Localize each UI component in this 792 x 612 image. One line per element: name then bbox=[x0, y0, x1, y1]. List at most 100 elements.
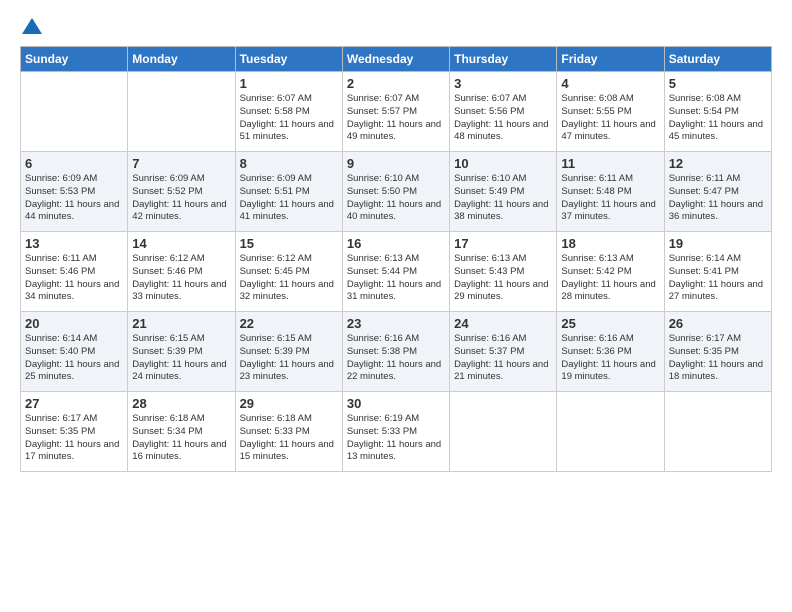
day-number: 18 bbox=[561, 236, 659, 251]
day-number: 15 bbox=[240, 236, 338, 251]
cell-text: Sunrise: 6:14 AM Sunset: 5:40 PM Dayligh… bbox=[25, 333, 123, 384]
day-number: 1 bbox=[240, 76, 338, 91]
day-number: 12 bbox=[669, 156, 767, 171]
day-number: 2 bbox=[347, 76, 445, 91]
day-number: 23 bbox=[347, 316, 445, 331]
cell-text: Sunrise: 6:15 AM Sunset: 5:39 PM Dayligh… bbox=[132, 333, 230, 384]
cell-text: Sunrise: 6:15 AM Sunset: 5:39 PM Dayligh… bbox=[240, 333, 338, 384]
calendar-cell: 21 Sunrise: 6:15 AM Sunset: 5:39 PM Dayli… bbox=[128, 312, 235, 392]
cell-text: Sunrise: 6:09 AM Sunset: 5:52 PM Dayligh… bbox=[132, 173, 230, 224]
cell-text: Sunrise: 6:17 AM Sunset: 5:35 PM Dayligh… bbox=[25, 413, 123, 464]
cell-text: Sunrise: 6:13 AM Sunset: 5:42 PM Dayligh… bbox=[561, 253, 659, 304]
cell-text: Sunrise: 6:11 AM Sunset: 5:47 PM Dayligh… bbox=[669, 173, 767, 224]
calendar-cell: 18 Sunrise: 6:13 AM Sunset: 5:42 PM Dayli… bbox=[557, 232, 664, 312]
day-number: 28 bbox=[132, 396, 230, 411]
calendar-cell: 11 Sunrise: 6:11 AM Sunset: 5:48 PM Dayli… bbox=[557, 152, 664, 232]
calendar-table: SundayMondayTuesdayWednesdayThursdayFrid… bbox=[20, 46, 772, 472]
calendar-cell: 19Sunrise: 6:14 AM Sunset: 5:41 PM Dayli… bbox=[664, 232, 771, 312]
cell-text: Sunrise: 6:13 AM Sunset: 5:44 PM Dayligh… bbox=[347, 253, 445, 304]
day-header-friday: Friday bbox=[557, 47, 664, 72]
calendar-cell: 30 Sunrise: 6:19 AM Sunset: 5:33 PM Dayli… bbox=[342, 392, 449, 472]
calendar-cell bbox=[664, 392, 771, 472]
day-number: 3 bbox=[454, 76, 552, 91]
cell-text: Sunrise: 6:14 AM Sunset: 5:41 PM Dayligh… bbox=[669, 253, 767, 304]
day-number: 30 bbox=[347, 396, 445, 411]
cell-text: Sunrise: 6:07 AM Sunset: 5:57 PM Dayligh… bbox=[347, 93, 445, 144]
logo bbox=[20, 16, 42, 36]
calendar-cell: 4Sunrise: 6:08 AM Sunset: 5:55 PM Daylig… bbox=[557, 72, 664, 152]
week-row-5: 27 Sunrise: 6:17 AM Sunset: 5:35 PM Dayli… bbox=[21, 392, 772, 472]
day-number: 7 bbox=[132, 156, 230, 171]
day-number: 22 bbox=[240, 316, 338, 331]
day-number: 6 bbox=[25, 156, 123, 171]
calendar-cell: 9 Sunrise: 6:10 AM Sunset: 5:50 PM Daylig… bbox=[342, 152, 449, 232]
cell-text: Sunrise: 6:16 AM Sunset: 5:38 PM Dayligh… bbox=[347, 333, 445, 384]
calendar-cell: 10 Sunrise: 6:10 AM Sunset: 5:49 PM Dayli… bbox=[450, 152, 557, 232]
day-header-wednesday: Wednesday bbox=[342, 47, 449, 72]
calendar-cell: 28 Sunrise: 6:18 AM Sunset: 5:34 PM Dayli… bbox=[128, 392, 235, 472]
calendar-cell: 25 Sunrise: 6:16 AM Sunset: 5:36 PM Dayli… bbox=[557, 312, 664, 392]
cell-text: Sunrise: 6:09 AM Sunset: 5:51 PM Dayligh… bbox=[240, 173, 338, 224]
day-number: 24 bbox=[454, 316, 552, 331]
day-header-saturday: Saturday bbox=[664, 47, 771, 72]
day-number: 20 bbox=[25, 316, 123, 331]
calendar-cell: 2 Sunrise: 6:07 AM Sunset: 5:57 PM Daylig… bbox=[342, 72, 449, 152]
calendar-cell: 20 Sunrise: 6:14 AM Sunset: 5:40 PM Dayli… bbox=[21, 312, 128, 392]
cell-text: Sunrise: 6:18 AM Sunset: 5:33 PM Dayligh… bbox=[240, 413, 338, 464]
day-number: 25 bbox=[561, 316, 659, 331]
cell-text: Sunrise: 6:19 AM Sunset: 5:33 PM Dayligh… bbox=[347, 413, 445, 464]
cell-text: Sunrise: 6:11 AM Sunset: 5:48 PM Dayligh… bbox=[561, 173, 659, 224]
day-number: 17 bbox=[454, 236, 552, 251]
cell-text: Sunrise: 6:16 AM Sunset: 5:37 PM Dayligh… bbox=[454, 333, 552, 384]
cell-text: Sunrise: 6:12 AM Sunset: 5:46 PM Dayligh… bbox=[132, 253, 230, 304]
day-number: 21 bbox=[132, 316, 230, 331]
cell-text: Sunrise: 6:13 AM Sunset: 5:43 PM Dayligh… bbox=[454, 253, 552, 304]
cell-text: Sunrise: 6:17 AM Sunset: 5:35 PM Dayligh… bbox=[669, 333, 767, 384]
calendar-cell: 8 Sunrise: 6:09 AM Sunset: 5:51 PM Daylig… bbox=[235, 152, 342, 232]
day-number: 10 bbox=[454, 156, 552, 171]
day-header-thursday: Thursday bbox=[450, 47, 557, 72]
calendar-body: 1 Sunrise: 6:07 AM Sunset: 5:58 PM Daylig… bbox=[21, 72, 772, 472]
calendar-cell: 15 Sunrise: 6:12 AM Sunset: 5:45 PM Dayli… bbox=[235, 232, 342, 312]
cell-text: Sunrise: 6:12 AM Sunset: 5:45 PM Dayligh… bbox=[240, 253, 338, 304]
calendar-cell: 16Sunrise: 6:13 AM Sunset: 5:44 PM Dayli… bbox=[342, 232, 449, 312]
cell-text: Sunrise: 6:07 AM Sunset: 5:58 PM Dayligh… bbox=[240, 93, 338, 144]
week-row-1: 1 Sunrise: 6:07 AM Sunset: 5:58 PM Daylig… bbox=[21, 72, 772, 152]
cell-text: Sunrise: 6:18 AM Sunset: 5:34 PM Dayligh… bbox=[132, 413, 230, 464]
cell-text: Sunrise: 6:11 AM Sunset: 5:46 PM Dayligh… bbox=[25, 253, 123, 304]
week-row-4: 20 Sunrise: 6:14 AM Sunset: 5:40 PM Dayli… bbox=[21, 312, 772, 392]
day-number: 11 bbox=[561, 156, 659, 171]
calendar-cell: 14 Sunrise: 6:12 AM Sunset: 5:46 PM Dayli… bbox=[128, 232, 235, 312]
day-number: 26 bbox=[669, 316, 767, 331]
calendar-cell: 26 Sunrise: 6:17 AM Sunset: 5:35 PM Dayli… bbox=[664, 312, 771, 392]
calendar-cell: 13Sunrise: 6:11 AM Sunset: 5:46 PM Dayli… bbox=[21, 232, 128, 312]
cell-text: Sunrise: 6:09 AM Sunset: 5:53 PM Dayligh… bbox=[25, 173, 123, 224]
cell-text: Sunrise: 6:16 AM Sunset: 5:36 PM Dayligh… bbox=[561, 333, 659, 384]
day-number: 14 bbox=[132, 236, 230, 251]
cell-text: Sunrise: 6:10 AM Sunset: 5:49 PM Dayligh… bbox=[454, 173, 552, 224]
week-row-3: 13Sunrise: 6:11 AM Sunset: 5:46 PM Dayli… bbox=[21, 232, 772, 312]
calendar-cell bbox=[21, 72, 128, 152]
day-number: 4 bbox=[561, 76, 659, 91]
day-number: 27 bbox=[25, 396, 123, 411]
calendar-cell: 27 Sunrise: 6:17 AM Sunset: 5:35 PM Dayli… bbox=[21, 392, 128, 472]
cell-text: Sunrise: 6:08 AM Sunset: 5:54 PM Dayligh… bbox=[669, 93, 767, 144]
day-number: 8 bbox=[240, 156, 338, 171]
calendar-cell: 17 Sunrise: 6:13 AM Sunset: 5:43 PM Dayli… bbox=[450, 232, 557, 312]
week-row-2: 6 Sunrise: 6:09 AM Sunset: 5:53 PM Daylig… bbox=[21, 152, 772, 232]
calendar-cell bbox=[450, 392, 557, 472]
calendar-cell: 6 Sunrise: 6:09 AM Sunset: 5:53 PM Daylig… bbox=[21, 152, 128, 232]
day-number: 9 bbox=[347, 156, 445, 171]
logo-icon bbox=[22, 16, 42, 36]
calendar-cell bbox=[128, 72, 235, 152]
calendar-cell: 29Sunrise: 6:18 AM Sunset: 5:33 PM Dayli… bbox=[235, 392, 342, 472]
header bbox=[20, 16, 772, 36]
calendar-cell: 24 Sunrise: 6:16 AM Sunset: 5:37 PM Dayli… bbox=[450, 312, 557, 392]
cell-text: Sunrise: 6:07 AM Sunset: 5:56 PM Dayligh… bbox=[454, 93, 552, 144]
cell-text: Sunrise: 6:10 AM Sunset: 5:50 PM Dayligh… bbox=[347, 173, 445, 224]
calendar-cell: 5 Sunrise: 6:08 AM Sunset: 5:54 PM Daylig… bbox=[664, 72, 771, 152]
calendar-cell: 7 Sunrise: 6:09 AM Sunset: 5:52 PM Daylig… bbox=[128, 152, 235, 232]
day-number: 5 bbox=[669, 76, 767, 91]
calendar-header-row: SundayMondayTuesdayWednesdayThursdayFrid… bbox=[21, 47, 772, 72]
calendar-cell: 1 Sunrise: 6:07 AM Sunset: 5:58 PM Daylig… bbox=[235, 72, 342, 152]
